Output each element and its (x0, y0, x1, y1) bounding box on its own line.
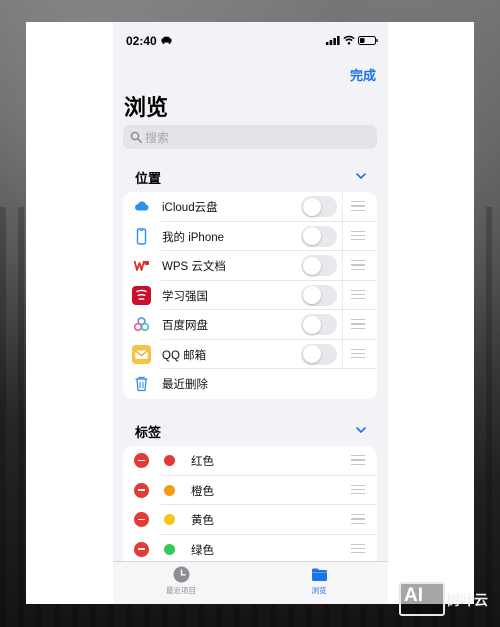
location-item-xuexi[interactable]: 学习强国 (123, 280, 377, 310)
location-toggle[interactable] (301, 225, 337, 247)
search-input[interactable]: 搜索 (123, 125, 377, 149)
locations-list: iCloud云盘 我的 iPhone WPS 云文档 学习强国 百度网盘 QQ … (123, 192, 377, 399)
tab-browse[interactable]: 浏览 (279, 566, 359, 596)
clock-icon (173, 566, 189, 583)
page-title: 浏览 (124, 95, 169, 120)
qq-mail-icon (132, 344, 151, 364)
delete-tag-button[interactable] (134, 541, 149, 557)
battery-icon (358, 36, 378, 45)
wifi-icon (343, 35, 355, 45)
tag-color-dot (164, 484, 175, 496)
done-button[interactable]: 完成 (350, 65, 376, 84)
reorder-handle-icon[interactable] (351, 230, 365, 242)
location-item-recently-deleted[interactable]: 最近删除 (123, 369, 377, 399)
delete-tag-button[interactable] (134, 512, 149, 527)
reorder-handle-icon[interactable] (351, 289, 365, 301)
tag-item-orange[interactable]: 橙色 (123, 476, 377, 505)
locations-section-title: 位置 (135, 171, 162, 186)
reorder-handle-icon[interactable] (351, 514, 365, 525)
tag-label: 橙色 (191, 485, 214, 498)
tab-label: 浏览 (311, 586, 327, 595)
iphone-icon (136, 227, 147, 245)
reorder-handle-icon[interactable] (351, 484, 365, 496)
watermark-text: 树叶云 (446, 592, 488, 608)
location-item-iphone[interactable]: 我的 iPhone (123, 221, 377, 251)
delete-tag-button[interactable] (134, 482, 149, 498)
reorder-handle-icon[interactable] (351, 319, 365, 330)
wps-icon (133, 260, 149, 271)
location-label: 百度网盘 (162, 320, 208, 332)
location-toggle[interactable] (301, 343, 337, 365)
tags-section-title: 标签 (135, 425, 162, 440)
folder-icon (311, 568, 327, 581)
phone-screen: 02:40 完成 浏览 搜索 位置 iCloud云盘 我的 iPhone WPS… (113, 22, 388, 604)
reorder-handle-icon[interactable] (351, 543, 365, 555)
chevron-down-icon[interactable] (356, 173, 366, 179)
tag-label: 黄色 (191, 515, 214, 527)
tag-label: 红色 (191, 456, 214, 468)
car-icon (161, 36, 172, 44)
location-label: 最近删除 (162, 379, 208, 391)
reorder-handle-icon[interactable] (351, 348, 365, 360)
tag-color-dot (164, 543, 175, 555)
location-item-qqmail[interactable]: QQ 邮箱 (123, 339, 377, 369)
location-label: 学习强国 (162, 290, 208, 303)
location-item-baidu[interactable]: 百度网盘 (123, 310, 377, 340)
location-toggle[interactable] (301, 284, 337, 306)
tag-color-dot (164, 514, 175, 525)
trash-icon (135, 376, 148, 392)
tab-label: 最近项目 (166, 586, 196, 595)
location-item-icloud[interactable]: iCloud云盘 (123, 192, 377, 222)
search-icon (130, 131, 142, 143)
search-placeholder: 搜索 (145, 131, 170, 145)
location-toggle[interactable] (301, 255, 337, 276)
reorder-handle-icon[interactable] (351, 260, 365, 271)
location-label: QQ 邮箱 (162, 349, 207, 362)
tab-bar: 最近项目 浏览 (113, 561, 388, 604)
tag-item-green[interactable]: 绿色 (123, 535, 377, 564)
location-label: iCloud云盘 (162, 202, 218, 214)
baidu-netdisk-icon (133, 317, 150, 332)
delete-tag-button[interactable] (134, 453, 149, 468)
location-toggle[interactable] (301, 314, 337, 335)
cellular-signal-icon (326, 36, 340, 45)
reorder-handle-icon[interactable] (351, 201, 365, 212)
watermark-logo: AI (399, 582, 445, 616)
tab-recents[interactable]: 最近项目 (141, 566, 221, 596)
reorder-handle-icon[interactable] (351, 455, 365, 466)
location-label: WPS 云文档 (162, 261, 226, 273)
tag-item-yellow[interactable]: 黄色 (123, 505, 377, 535)
location-toggle[interactable] (301, 196, 337, 217)
icloud-icon (135, 201, 149, 211)
location-label: 我的 iPhone (162, 231, 225, 244)
tag-label: 绿色 (191, 544, 214, 557)
watermark-badge: AI (404, 585, 423, 606)
status-bar: 02:40 (113, 22, 388, 60)
chevron-down-icon[interactable] (356, 427, 366, 433)
status-time: 02:40 (126, 34, 157, 48)
location-item-wps[interactable]: WPS 云文档 (123, 251, 377, 281)
tag-color-dot (164, 455, 175, 466)
xuexi-qiangguo-icon (132, 285, 151, 305)
tag-item-red[interactable]: 红色 (123, 446, 377, 476)
